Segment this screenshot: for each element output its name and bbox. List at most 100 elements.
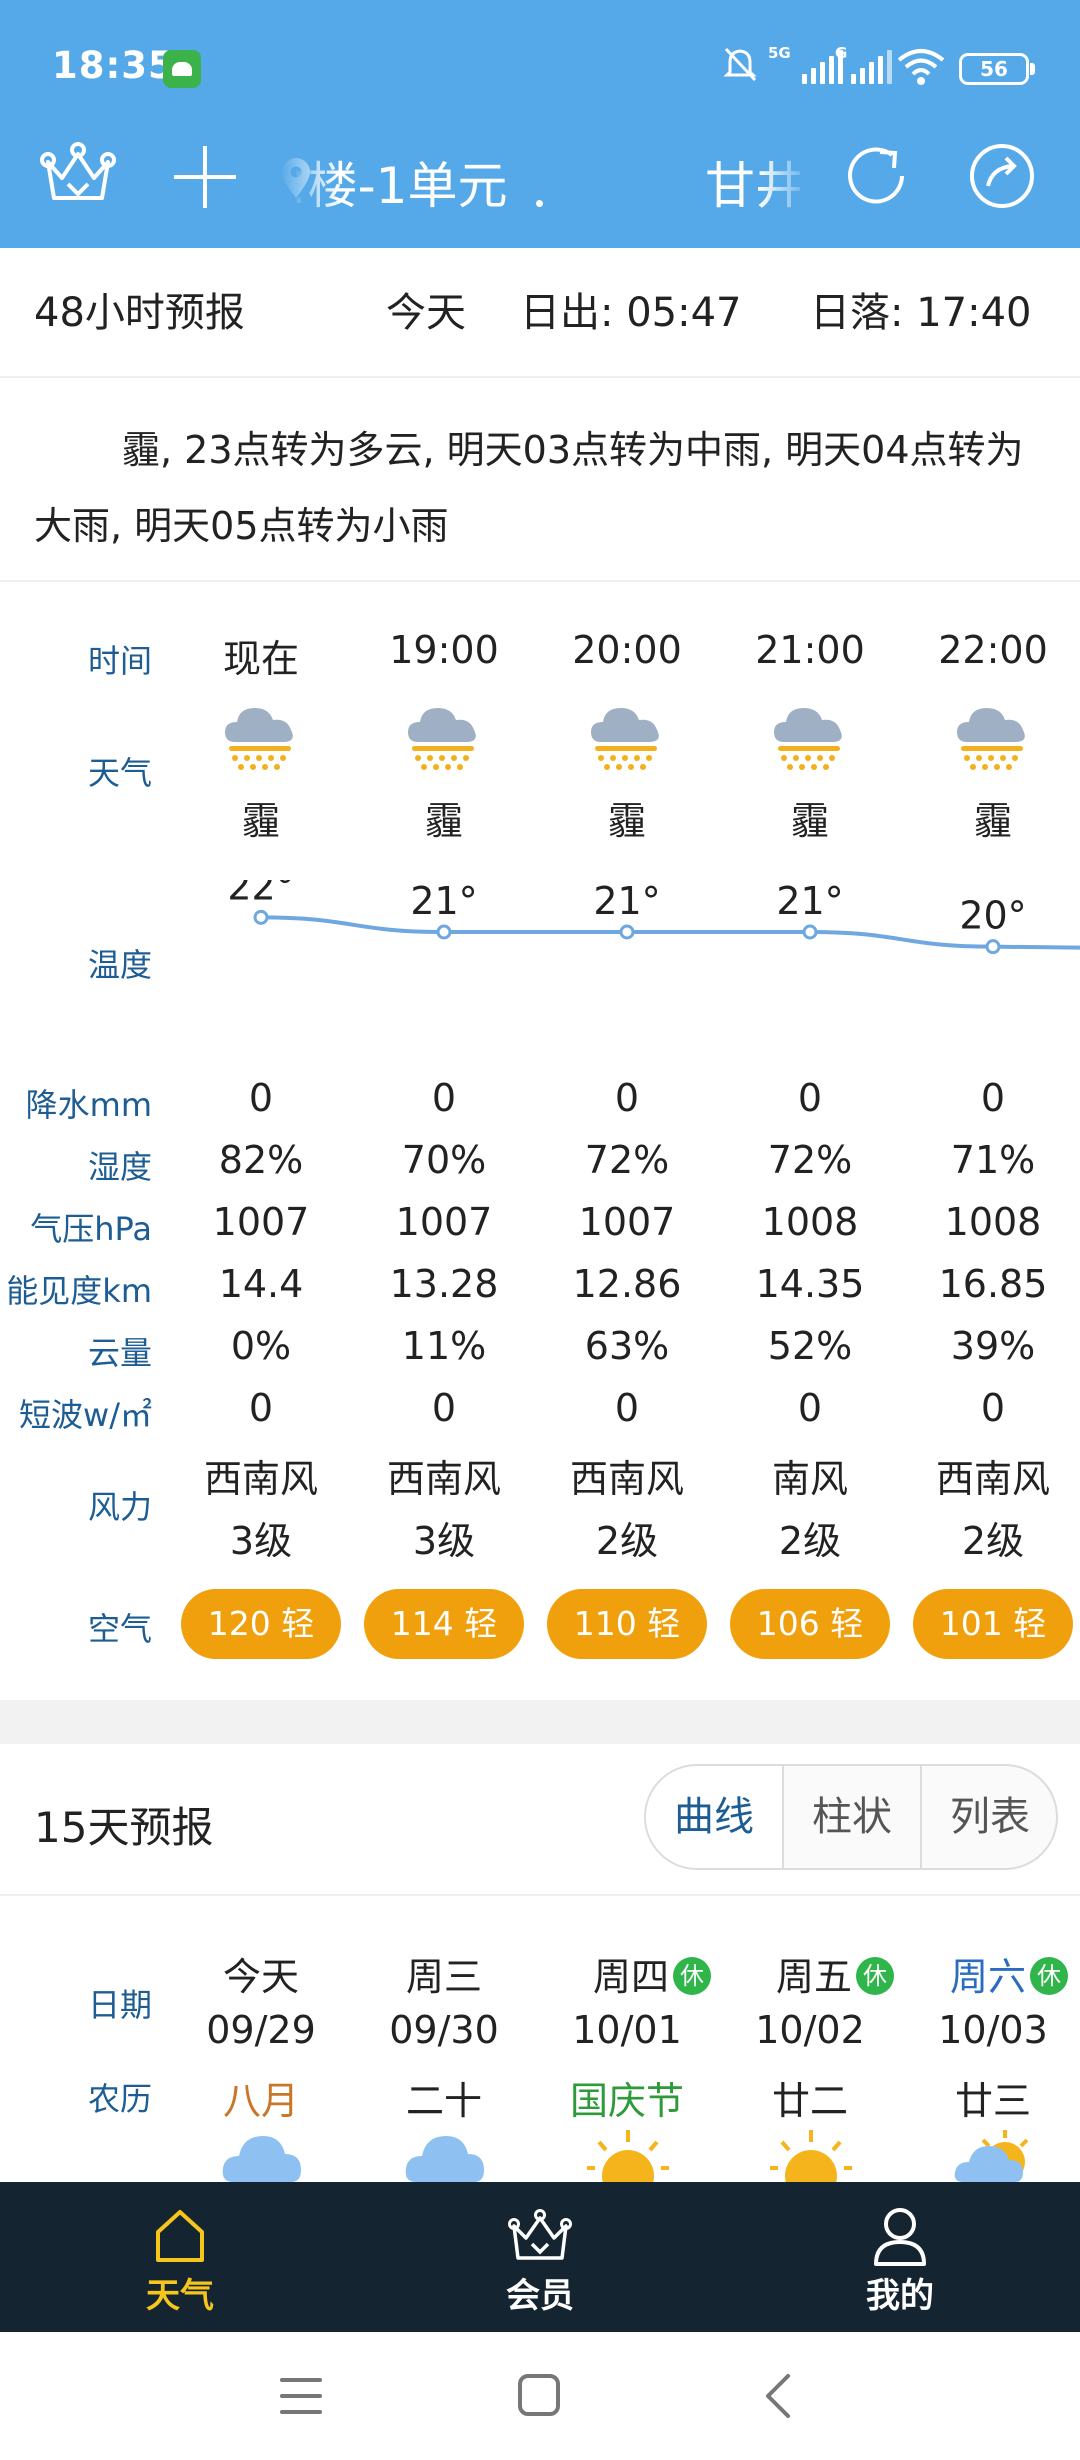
hour-weather: 霾	[241, 799, 280, 843]
weather-summary: 霾, 23点转为多云, 明天03点转为中雨, 明天04点转为大雨, 明天05点转…	[34, 428, 1024, 548]
hour-shortwave: 0	[248, 1386, 274, 1430]
wifi-icon	[897, 49, 945, 85]
temperature-label: 21°	[593, 880, 660, 923]
hour-wind-level: 2级	[961, 1519, 1025, 1563]
hour-time: 19:00	[389, 628, 499, 672]
refresh-icon[interactable]	[840, 140, 912, 212]
hour-shortwave: 0	[431, 1386, 457, 1430]
section-separator	[0, 1700, 1080, 1744]
nav-vip-label: 会员	[506, 2276, 574, 2316]
add-city-icon[interactable]	[172, 144, 238, 210]
back-icon[interactable]	[760, 2372, 796, 2420]
system-navigation-bar	[0, 2332, 1080, 2460]
hour-time: 22:00	[938, 628, 1048, 672]
air-quality-badge: 101 轻	[913, 1589, 1073, 1659]
forecast48-day: 今天	[386, 290, 466, 336]
cloud-icon	[405, 2136, 484, 2182]
hour-precip: 0	[797, 1076, 823, 1120]
user-icon	[874, 2208, 926, 2266]
sunset-time: 日落: 17:40	[810, 290, 1032, 336]
share-icon[interactable]	[966, 140, 1038, 212]
row-label-humidity: 湿度	[87, 1148, 152, 1186]
tab-curve[interactable]: 曲线	[646, 1766, 782, 1868]
nav-vip[interactable]: 会员	[450, 2182, 630, 2332]
day-weekday: 周五休	[743, 1946, 927, 2001]
hour-pressure: 1008	[944, 1200, 1042, 1244]
hour-pressure: 1007	[395, 1200, 493, 1244]
temperature-label: 22°	[227, 880, 294, 908]
hour-wind-direction: 西南风	[203, 1457, 318, 1501]
hour-humidity: 72%	[584, 1138, 670, 1182]
hour-precip: 0	[980, 1076, 1006, 1120]
hour-wind-direction: 西南风	[386, 1457, 501, 1501]
hour-visibility: 13.28	[389, 1262, 499, 1306]
sun-icon	[770, 2130, 852, 2182]
hour-shortwave: 0	[980, 1386, 1006, 1430]
temperature-point	[985, 939, 1001, 955]
hour-precip: 0	[248, 1076, 274, 1120]
row-label-visibility: 能见度km	[6, 1272, 152, 1310]
day-weekday: 今天	[222, 1955, 299, 1999]
crown-icon	[508, 2209, 572, 2260]
hour-wind-level: 3级	[412, 1519, 476, 1563]
status-time: 18:35	[52, 44, 175, 87]
day-date: 10/02	[755, 2008, 865, 2052]
cloud-icon	[222, 2136, 301, 2182]
temperature-label: 21°	[410, 880, 477, 923]
hour-visibility: 16.85	[938, 1262, 1048, 1306]
temperature-point	[802, 924, 818, 940]
home-icon	[156, 2210, 204, 2262]
divider	[0, 1894, 1080, 1896]
hour-wind-level: 3级	[229, 1519, 293, 1563]
day-lunar: 八月	[222, 2079, 299, 2123]
hour-shortwave: 0	[614, 1386, 640, 1430]
row-label-cloud: 云量	[87, 1334, 152, 1372]
partly-cloudy-icon	[954, 2130, 1029, 2182]
view-mode-tabs: 曲线 柱状 列表	[644, 1764, 1058, 1870]
divider	[0, 580, 1080, 582]
hour-pressure: 1008	[761, 1200, 859, 1244]
haze-icon	[591, 708, 659, 770]
hour-weather: 霾	[790, 799, 829, 843]
hour-time: 21:00	[755, 628, 865, 672]
temperature-point	[436, 924, 452, 940]
home-square-icon[interactable]	[516, 2372, 562, 2418]
day-date: 10/03	[938, 2008, 1048, 2052]
haze-icon	[408, 708, 476, 770]
crown-icon[interactable]	[38, 140, 118, 210]
hour-wind-level: 2级	[595, 1519, 659, 1563]
day-weekday: 周四休	[560, 1946, 744, 2001]
tab-list[interactable]: 列表	[922, 1766, 1056, 1868]
hour-precip: 0	[614, 1076, 640, 1120]
day-lunar: 廿三	[954, 2079, 1031, 2123]
hour-cloud: 63%	[584, 1324, 670, 1368]
row-label-air: 空气	[87, 1610, 152, 1648]
menu-icon[interactable]	[278, 2374, 324, 2418]
marquee-fade	[760, 140, 810, 210]
hour-weather: 霾	[607, 799, 646, 843]
hour-cloud: 11%	[401, 1324, 487, 1368]
row-label-wind: 风力	[87, 1488, 152, 1526]
nav-weather[interactable]: 天气	[90, 2182, 270, 2332]
hour-wind-direction: 西南风	[569, 1457, 684, 1501]
temperature-line-chart: 22° 21° 21° 21° 20°	[227, 880, 1080, 955]
mute-bell-icon	[723, 47, 757, 82]
tab-bar[interactable]: 柱状	[784, 1766, 920, 1868]
divider	[0, 376, 1080, 378]
row-label-date: 日期	[87, 1986, 152, 2024]
hour-precip: 0	[431, 1076, 457, 1120]
nav-profile[interactable]: 我的	[810, 2182, 990, 2332]
nav-profile-label: 我的	[866, 2276, 934, 2316]
sunrise-time: 日出: 05:47	[520, 290, 742, 336]
air-quality-badge: 120 轻	[181, 1589, 341, 1659]
temperature-line	[260, 915, 1080, 950]
air-quality-badge: 106 轻	[730, 1589, 890, 1659]
app-header: 18:35 5G G 56 楼-1单元 甘井	[0, 0, 1080, 248]
android-notification-icon	[163, 50, 201, 88]
hour-pressure: 1007	[578, 1200, 676, 1244]
hour-humidity: 72%	[767, 1138, 853, 1182]
hour-time: 20:00	[572, 628, 682, 672]
day-lunar: 廿二	[771, 2079, 848, 2123]
air-quality-badge: 110 轻	[547, 1589, 707, 1659]
hour-visibility: 14.4	[218, 1262, 304, 1306]
